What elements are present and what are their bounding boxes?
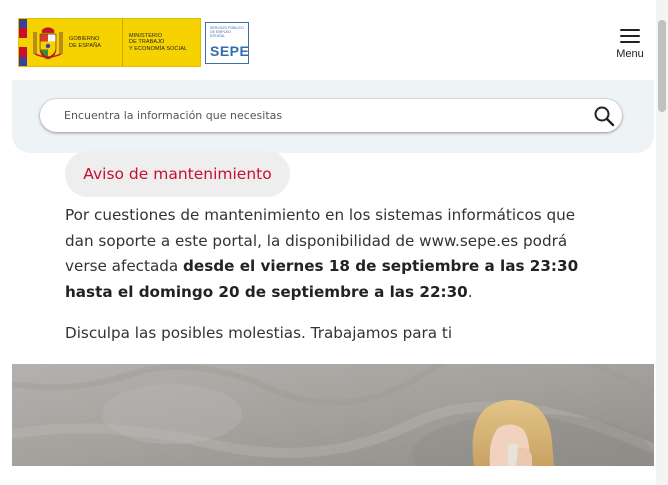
ministerio-section: Ministerio de Trabajo y Economía Social (123, 19, 200, 66)
coat-of-arms-icon (33, 26, 63, 59)
site-header: Gobierno de España Ministerio de Trabajo… (0, 0, 656, 80)
gobierno-de-espana-logo[interactable]: Gobierno de España Ministerio de Trabajo… (18, 18, 201, 67)
search-section (12, 80, 654, 153)
search-input[interactable] (64, 99, 584, 132)
search-box (40, 99, 622, 132)
notice-body: Por cuestiones de mantenimiento en los s… (65, 203, 605, 305)
menu-label: Menu (616, 48, 644, 60)
menu-button[interactable]: Menu (612, 26, 648, 60)
search-icon[interactable] (593, 105, 615, 127)
sepe-small-text: Servicio Público de Empleo Estatal (210, 26, 244, 39)
sepe-name: SEPE (210, 42, 250, 59)
hero-photo-art (12, 364, 654, 466)
woman-on-phone-photo (12, 364, 654, 466)
notice-title: Aviso de mantenimiento (83, 165, 272, 183)
page-scrollbar[interactable] (656, 0, 668, 485)
gobierno-text: Gobierno de España (69, 36, 101, 49)
notice-closing: Disculpa las posibles molestias. Trabaja… (65, 324, 453, 342)
gobierno-section: Gobierno de España (27, 19, 123, 66)
sepe-logo[interactable]: Servicio Público de Empleo Estatal SEPE (205, 22, 249, 64)
notice-title-badge: Aviso de mantenimiento (65, 151, 290, 197)
notice-body-end: . (467, 282, 473, 301)
eu-flag-stripe (19, 19, 27, 67)
hamburger-icon (620, 29, 640, 43)
scrollbar-thumb[interactable] (658, 20, 666, 112)
ministerio-text: Ministerio de Trabajo y Economía Social (129, 32, 188, 52)
